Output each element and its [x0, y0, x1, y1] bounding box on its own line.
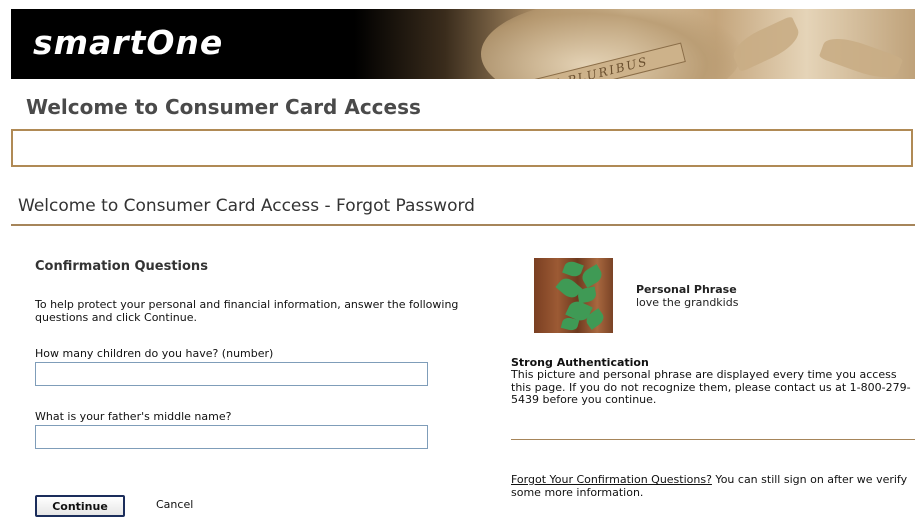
personal-phrase-label: Personal Phrase [636, 283, 737, 296]
personal-phrase-value: love the grandkids [636, 296, 739, 309]
personal-picture [534, 258, 613, 333]
children-count-input[interactable] [35, 362, 428, 386]
message-box [11, 129, 913, 167]
intro-text: To help protect your personal and financ… [35, 298, 459, 324]
section-title: Confirmation Questions [35, 259, 208, 274]
banner-decoration [818, 31, 904, 79]
page-subheading: Welcome to Consumer Card Access - Forgot… [18, 196, 475, 216]
question-children-label: How many children do you have? (number) [35, 347, 274, 360]
forgot-questions-link[interactable]: Forgot Your Confirmation Questions? [511, 473, 712, 486]
banner-decoration [727, 15, 805, 73]
forgot-questions-note: Forgot Your Confirmation Questions? You … [511, 473, 915, 499]
continue-button[interactable]: Continue [35, 495, 125, 517]
header-banner: E PLURIBUS smartOne [11, 9, 915, 79]
father-middle-name-input[interactable] [35, 425, 428, 449]
divider [11, 224, 915, 226]
divider [511, 439, 915, 440]
page-title: Welcome to Consumer Card Access [26, 95, 421, 119]
cancel-link[interactable]: Cancel [156, 498, 193, 511]
question-father-middle-name-label: What is your father's middle name? [35, 410, 232, 423]
strong-auth-text: This picture and personal phrase are dis… [511, 368, 911, 406]
brand-logo: smartOne [33, 23, 224, 62]
